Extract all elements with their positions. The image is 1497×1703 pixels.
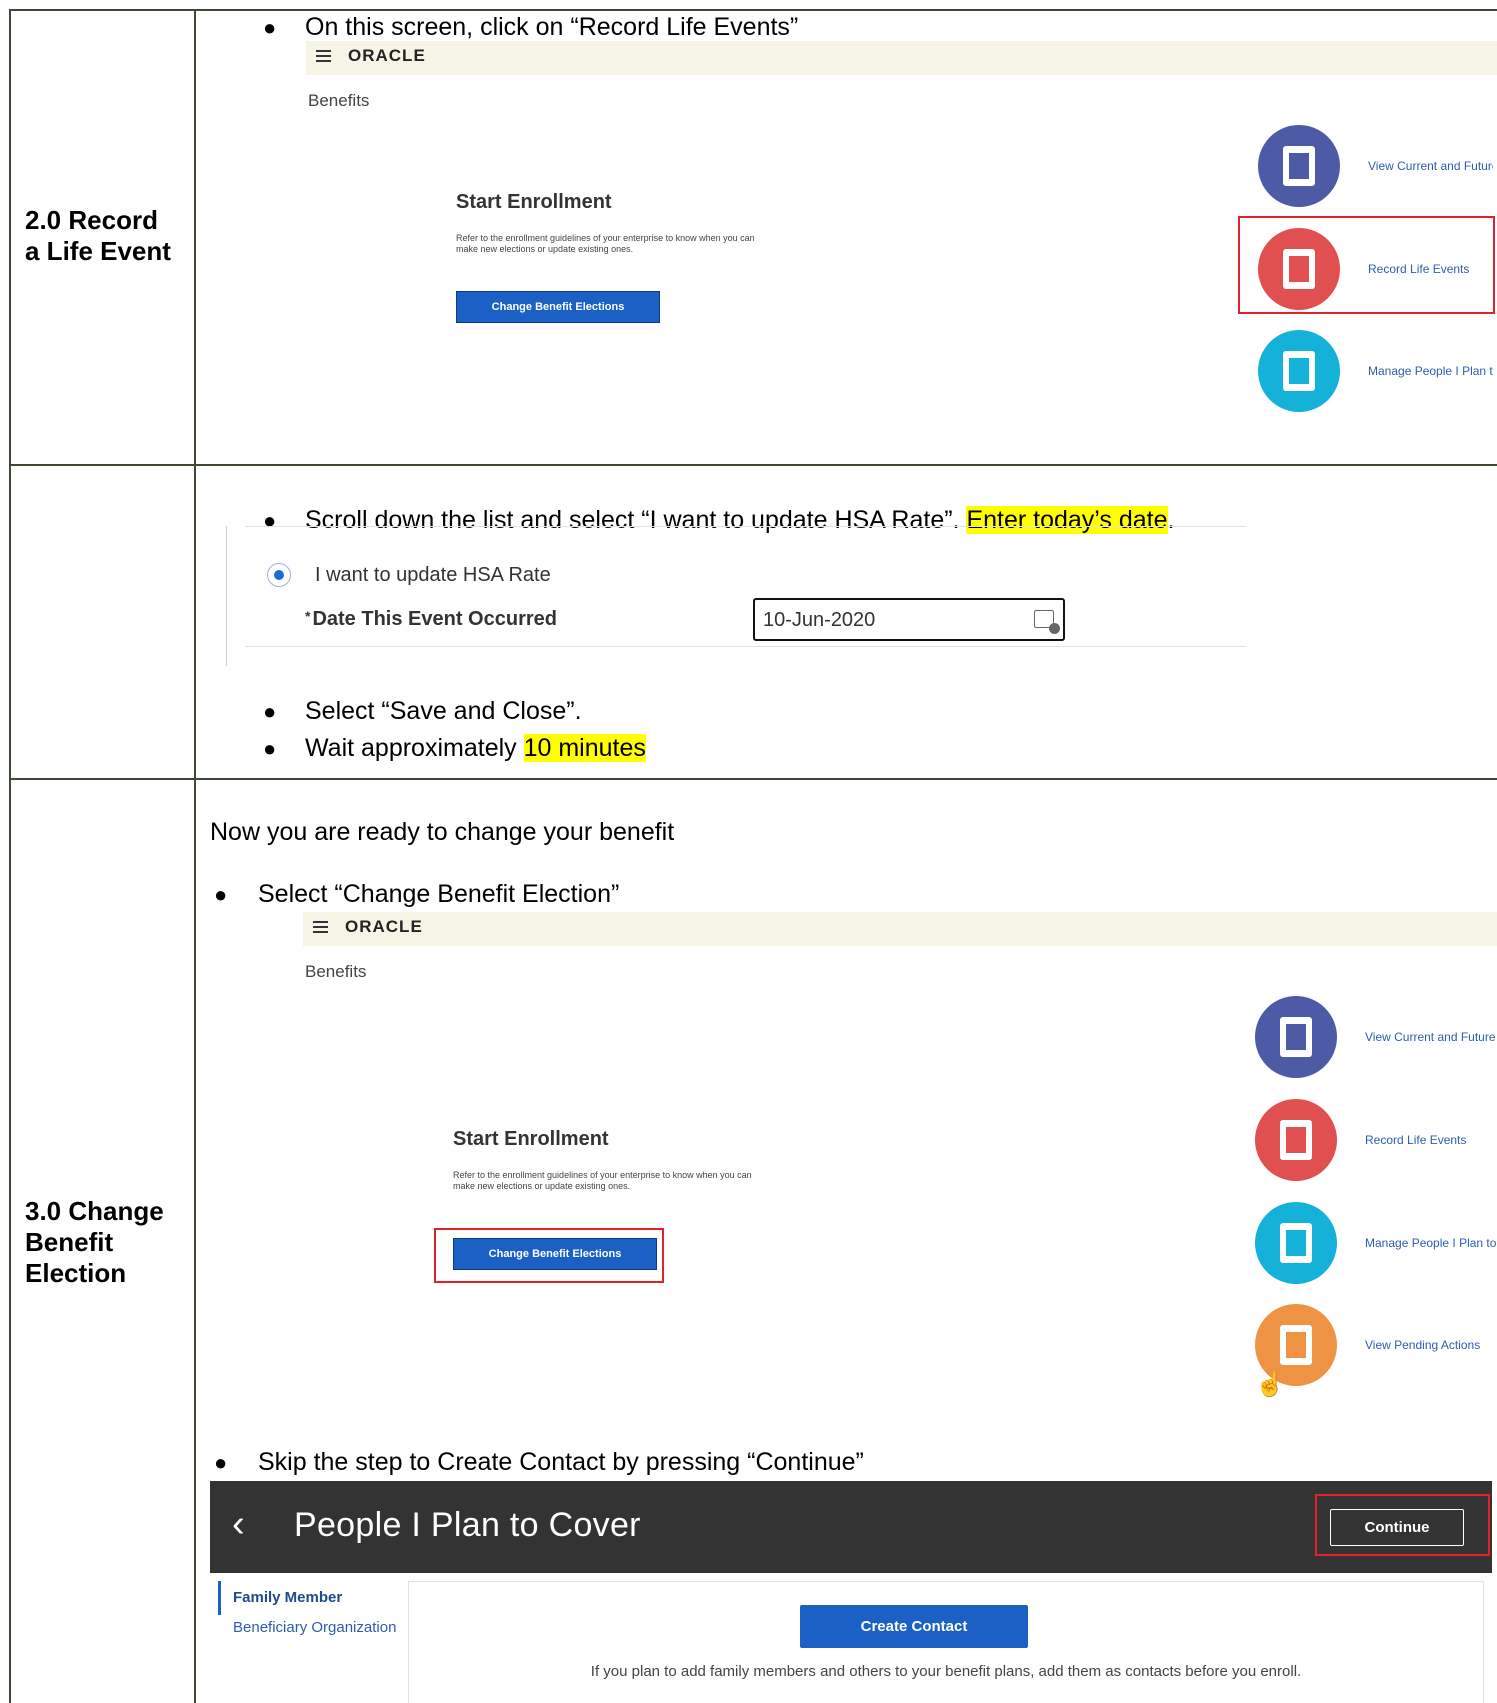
- instruction-cell: Now you are ready to change your benefit…: [196, 780, 1497, 1703]
- instruction-text: Wait approximately 10 minutes: [305, 734, 646, 762]
- calendar-icon[interactable]: [1034, 610, 1060, 634]
- oracle-logo: ORACLE: [345, 917, 423, 936]
- record-life-events-icon[interactable]: [1255, 1099, 1337, 1181]
- date-event-field[interactable]: 10-Jun-2020: [753, 598, 1065, 641]
- instruction-text: On this screen, click on “Record Life Ev…: [305, 13, 799, 41]
- start-enrollment-description: Refer to the enrollment guidelines of yo…: [456, 233, 755, 254]
- start-enrollment-description: Refer to the enrollment guidelines of yo…: [453, 1170, 752, 1191]
- hamburger-menu-icon[interactable]: [316, 50, 331, 65]
- step-title-line: a Life Event: [25, 236, 171, 266]
- instruction-cell: ● On this screen, click on “Record Life …: [196, 11, 1497, 464]
- manage-people-link[interactable]: Manage People I Plan to Cover: [1368, 364, 1493, 378]
- step-cell: 3.0 Change Benefit Election: [11, 780, 196, 1703]
- nav-item-beneficiary-organization[interactable]: Beneficiary Organization: [233, 1619, 396, 1636]
- hand-cursor-icon: ☝: [1255, 1371, 1285, 1398]
- hsa-rate-label: I want to update HSA Rate: [315, 564, 551, 586]
- help-text: If you plan to add family members and ot…: [590, 1663, 1302, 1680]
- instruction-text: Select “Change Benefit Election”: [258, 880, 620, 908]
- change-benefit-elections-button[interactable]: Change Benefit Elections: [456, 291, 660, 323]
- bullet: ●: [214, 882, 228, 907]
- view-current-icon[interactable]: [1255, 996, 1337, 1078]
- view-current-link[interactable]: View Current and Future: [1368, 159, 1493, 173]
- nav-item-family-member[interactable]: Family Member: [218, 1581, 342, 1615]
- step-cell: 2.0 Record a Life Event: [11, 11, 196, 464]
- view-current-link[interactable]: View Current and Future: [1365, 1030, 1497, 1044]
- section-label: Benefits: [305, 962, 367, 981]
- oracle-header-bar: ORACLE: [303, 912, 1497, 946]
- create-contact-button[interactable]: Create Contact: [800, 1605, 1028, 1648]
- start-enrollment-title: Start Enrollment: [453, 1128, 609, 1150]
- step-title-line: Election: [25, 1258, 127, 1288]
- record-life-events-link[interactable]: Record Life Events: [1365, 1133, 1497, 1147]
- people-plan-header: ‹ People I Plan to Cover Continue: [210, 1481, 1492, 1573]
- oracle-benefits-screenshot: ORACLE Benefits Start Enrollment Refer t…: [306, 41, 1497, 461]
- content-card: Create Contact If you plan to add family…: [408, 1581, 1484, 1703]
- instruction-cell: ● Scroll down the list and select “I wan…: [196, 466, 1497, 778]
- back-chevron-icon[interactable]: ‹: [232, 1505, 245, 1543]
- highlight-box: [1315, 1494, 1490, 1556]
- oracle-header-bar: ORACLE: [306, 41, 1497, 75]
- hsa-rate-radio[interactable]: [267, 563, 291, 587]
- manage-people-link[interactable]: Manage People I Plan to Cover: [1365, 1236, 1497, 1250]
- row-change-benefit: 3.0 Change Benefit Election Now you are …: [11, 780, 1497, 1703]
- bullet: ●: [263, 699, 277, 724]
- row-record-life-event: 2.0 Record a Life Event ● On this screen…: [11, 11, 1497, 466]
- manage-people-icon[interactable]: [1258, 330, 1340, 412]
- highlighted-text: 10 minutes: [523, 734, 646, 762]
- step-title-line: 2.0 Record: [25, 205, 158, 235]
- start-enrollment-title: Start Enrollment: [456, 191, 612, 213]
- oracle-benefits-screenshot: ORACLE Benefits Start Enrollment Refer t…: [303, 912, 1497, 1398]
- step-cell: [11, 466, 196, 778]
- intro-text: Now you are ready to change your benefit: [210, 818, 675, 846]
- people-plan-title: People I Plan to Cover: [294, 1506, 641, 1544]
- highlight-box: [1238, 216, 1495, 314]
- section-label: Benefits: [308, 91, 370, 110]
- date-event-label: * Date This Event Occurred: [305, 608, 557, 630]
- life-event-panel: I want to update HSA Rate * Date This Eve…: [226, 526, 1246, 666]
- instruction-table: 2.0 Record a Life Event ● On this screen…: [9, 9, 1497, 1703]
- highlight-box: [434, 1228, 664, 1283]
- view-pending-actions-link[interactable]: View Pending Actions: [1365, 1338, 1497, 1352]
- people-plan-screenshot: ‹ People I Plan to Cover Continue Family…: [210, 1481, 1497, 1703]
- instruction-text: Select “Save and Close”.: [305, 697, 582, 725]
- view-current-icon[interactable]: [1258, 125, 1340, 207]
- hamburger-menu-icon[interactable]: [313, 921, 328, 936]
- step-title-line: Benefit: [25, 1227, 114, 1257]
- row-update-hsa: ● Scroll down the list and select “I wan…: [11, 466, 1497, 780]
- manage-people-icon[interactable]: [1255, 1202, 1337, 1284]
- bullet: ●: [263, 15, 277, 40]
- oracle-logo: ORACLE: [348, 46, 426, 65]
- instruction-text: Skip the step to Create Contact by press…: [258, 1448, 864, 1476]
- bullet: ●: [263, 736, 277, 761]
- step-title-line: 3.0 Change: [25, 1196, 164, 1226]
- bullet: ●: [214, 1450, 228, 1475]
